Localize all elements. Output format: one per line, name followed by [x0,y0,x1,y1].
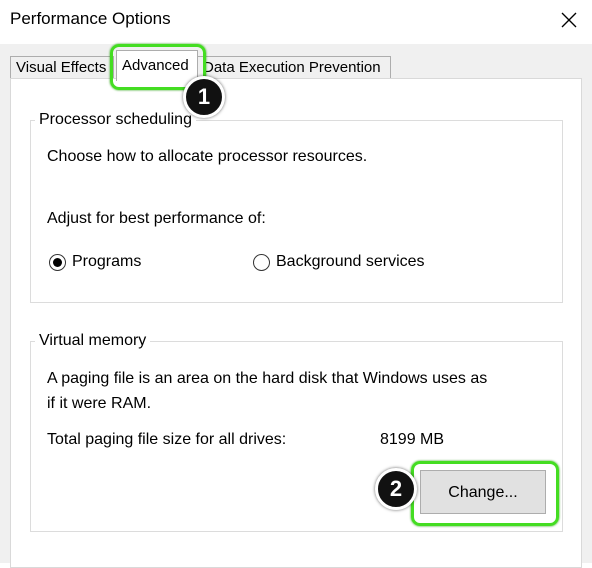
window-title: Performance Options [10,9,171,28]
close-icon [561,12,577,28]
adjust-label: Adjust for best performance of: [47,210,266,227]
virtual-memory-description-line2: if it were RAM. [47,395,152,412]
radio-programs[interactable]: Programs [49,253,141,271]
radio-programs-indicator[interactable] [49,253,66,271]
processor-description: Choose how to allocate processor resourc… [47,148,368,165]
step-badge-1: 1 [183,76,225,118]
total-paging-label: Total paging file size for all drives: [47,431,287,448]
change-button[interactable]: Change... [420,470,546,514]
virtual-memory-description-line1: A paging file is an area on the hard dis… [47,370,488,387]
total-paging-value: 8199 MB [380,431,445,448]
radio-background-services-label: Background services [276,253,425,270]
tab-visual-effects[interactable]: Visual Effects [10,56,114,78]
processor-scheduling-heading: Processor scheduling [35,110,196,130]
radio-programs-label: Programs [72,253,142,270]
step-badge-2: 2 [375,468,417,510]
tab-advanced[interactable]: Advanced [116,50,198,81]
close-button[interactable] [552,4,586,36]
virtual-memory-heading: Virtual memory [35,331,151,351]
title-bar: Performance Options [0,0,592,44]
tab-data-execution-prevention[interactable]: Data Execution Prevention [197,56,391,78]
radio-background-services[interactable]: Background services [253,253,425,271]
radio-background-services-indicator[interactable] [253,253,270,271]
